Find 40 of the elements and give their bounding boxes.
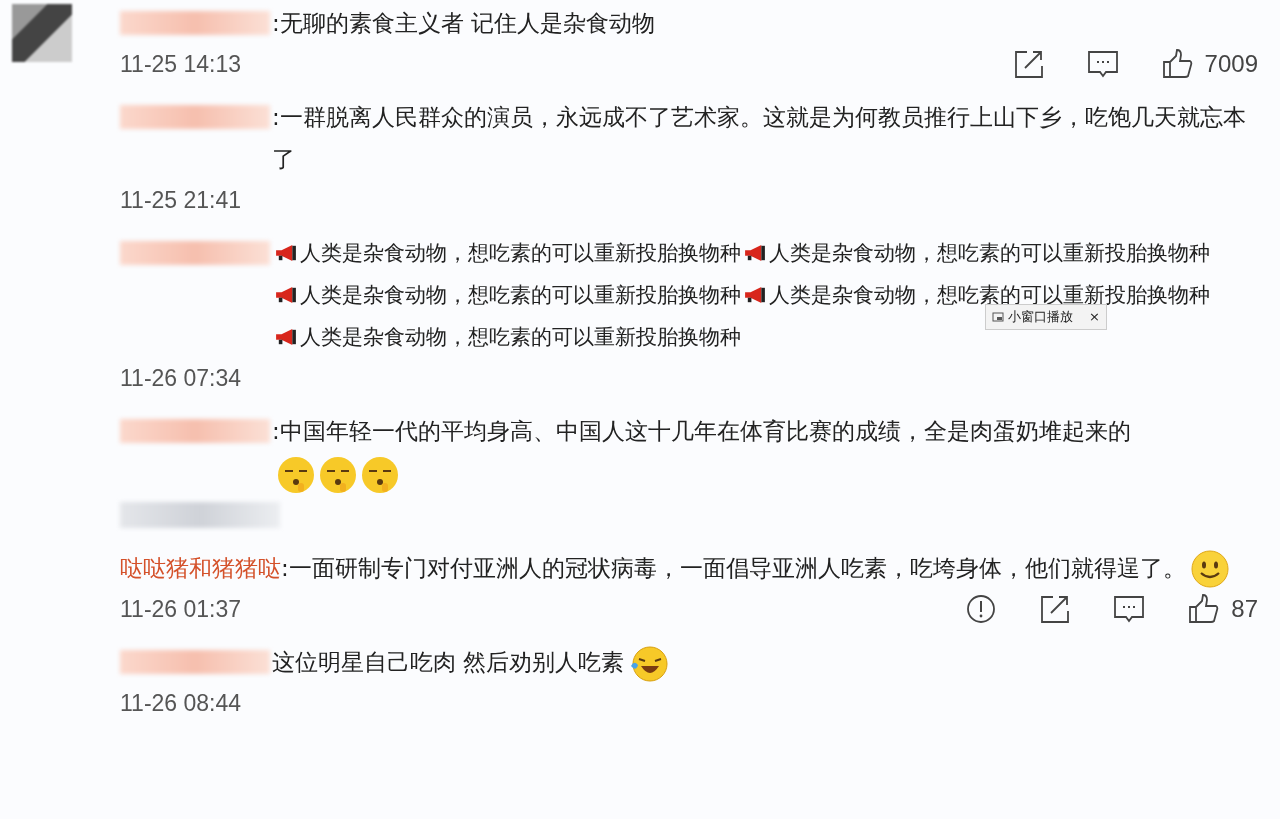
comment-time: 11-26 08:44 — [120, 690, 242, 717]
comment-icon[interactable] — [1086, 48, 1119, 80]
thumbs-up-icon[interactable] — [1160, 48, 1193, 80]
laughing-crying-emoji-icon — [628, 643, 669, 684]
comment-time: 11-25 14:13 — [120, 50, 242, 78]
megaphone-icon — [743, 286, 767, 304]
share-icon[interactable] — [1012, 48, 1045, 80]
comment-text: :一面研制专门对付亚洲人的冠状病毒，一面倡导亚洲人吃素，吃垮身体，他们就得逞了。 — [281, 554, 1186, 581]
shush-emoji-icon — [318, 454, 358, 495]
comment-text: :中国年轻一代的平均身高、中国人这十几年在体育比赛的成绩，全是肉蛋奶堆起来的 — [272, 418, 1131, 444]
like-count: 7009 — [1204, 50, 1258, 78]
comment-text: 人类是杂食动物，想吃素的可以重新投胎换物种 — [769, 241, 1210, 265]
comment-time: 11-26 07:34 — [120, 364, 242, 392]
like-count: 87 — [1231, 595, 1258, 623]
megaphone-icon — [743, 244, 767, 262]
comment-text: 这位明星自己吃肉 然后劝别人吃素 — [272, 649, 625, 675]
thumbs-up-icon[interactable] — [1187, 593, 1220, 625]
window-icon — [992, 311, 1004, 323]
comment-text: :一群脱离人民群众的演员，永远成不了艺术家。这就是为何教员推行上山下乡，吃饱几天就忘本了 — [272, 104, 1246, 172]
comment-text: 人类是杂食动物，想吃素的可以重新投胎换物种 — [300, 241, 741, 265]
comment-icon[interactable] — [1113, 593, 1146, 625]
megaphone-icon — [274, 286, 298, 304]
comment-time: 11-25 21:41 — [120, 186, 242, 214]
comment-text: 人类是杂食动物，想吃素的可以重新投胎换物种 — [769, 283, 1210, 307]
comment-text: 人类是杂食动物，想吃素的可以重新投胎换物种 — [300, 325, 741, 349]
popup-label: 小窗口播放 — [1008, 308, 1073, 326]
share-icon[interactable] — [1039, 593, 1072, 625]
username[interactable]: 哒哒猪和猪猪哒 — [120, 546, 281, 589]
shush-emoji-icon — [360, 454, 400, 495]
megaphone-icon — [274, 244, 298, 262]
smile-emoji-icon — [1189, 549, 1230, 589]
comment-text: 人类是杂食动物，想吃素的可以重新投胎换物种 — [300, 283, 741, 307]
avatar[interactable] — [12, 4, 72, 62]
megaphone-icon — [274, 328, 298, 346]
mini-window-popup[interactable]: 小窗口播放 × — [985, 304, 1107, 330]
report-icon[interactable] — [965, 593, 998, 625]
comment-time: 11-26 01:37 — [120, 595, 242, 623]
comment-text: :无聊的素食主义者 记住人是杂食动物 — [272, 10, 656, 36]
close-button[interactable]: × — [1089, 307, 1100, 327]
shush-emoji-icon — [276, 454, 316, 495]
